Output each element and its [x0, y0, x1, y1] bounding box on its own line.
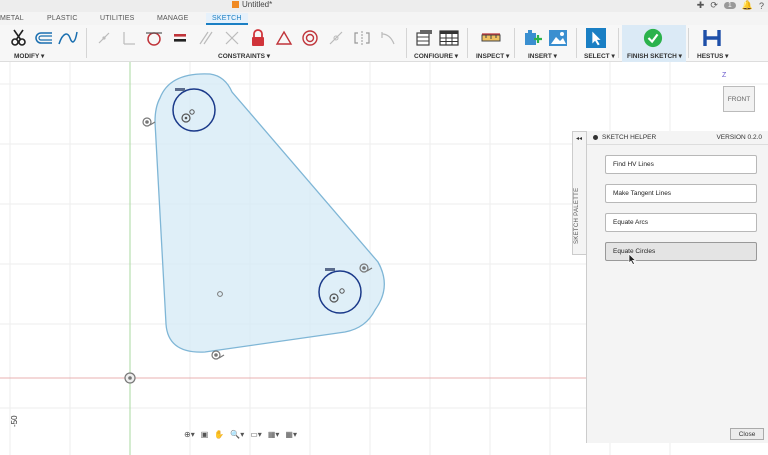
tab-plastic[interactable]: PLASTIC — [47, 15, 78, 22]
parallel-constraint-icon[interactable] — [196, 28, 216, 48]
concentric-constraint-icon[interactable] — [300, 28, 320, 48]
finish-sketch-check-icon[interactable] — [643, 28, 663, 48]
view-cube[interactable]: FRONT — [723, 86, 755, 112]
toolbar-separator — [688, 28, 689, 58]
tab-manage[interactable]: MANAGE — [157, 15, 189, 22]
tab-utilities[interactable]: UTILITIES — [100, 15, 134, 22]
bottom-circle-equal-marker — [325, 268, 335, 271]
orbit-icon[interactable]: ⊕▾ — [184, 430, 195, 439]
tab-metal[interactable]: METAL — [0, 15, 24, 22]
perpendicular-constraint-icon[interactable] — [118, 28, 138, 48]
workspace-tabs: METAL PLASTIC UTILITIES MANAGE SKETCH — [0, 12, 768, 25]
inspect-menu[interactable]: INSPECT ▾ — [476, 52, 509, 60]
collinear-constraint-icon[interactable] — [222, 28, 242, 48]
titlebar-actions: ✚ ⟳ 1 🔔 ? — [697, 0, 764, 11]
add-tab-icon[interactable]: ✚ — [697, 0, 705, 11]
panel-title: SKETCH HELPER — [602, 134, 657, 141]
zoom-icon[interactable]: 🔍▾ — [230, 430, 244, 439]
navigation-bar: ⊕▾ ▣ ✋ 🔍▾ ▭▾ ▦▾ ▦▾ — [184, 430, 297, 439]
top-circle-equal-marker — [175, 88, 185, 91]
tab-sketch[interactable]: SKETCH — [206, 13, 248, 25]
title-bar: Untitled* ✚ ⟳ 1 🔔 ? — [0, 0, 768, 12]
sync-icon[interactable]: ⟳ — [710, 0, 718, 11]
toolbar-separator — [514, 28, 515, 58]
symmetry-constraint-icon[interactable] — [352, 28, 372, 48]
fix-lock-icon[interactable] — [248, 28, 268, 48]
view-cube-face: FRONT — [727, 95, 751, 103]
toolbar-separator — [576, 28, 577, 58]
parameters-table-icon[interactable] — [414, 28, 434, 48]
sketch-palette-tab[interactable]: ◂◂ SKETCH PALETTE — [572, 131, 586, 255]
equate-arcs-button[interactable]: Equate Arcs — [605, 213, 757, 232]
insert-derive-icon[interactable] — [523, 28, 543, 48]
midpoint-triangle-icon[interactable] — [274, 28, 294, 48]
look-at-icon[interactable]: ▣ — [201, 430, 209, 439]
insert-menu[interactable]: INSERT ▾ — [528, 52, 557, 60]
document-cube-icon — [232, 1, 239, 8]
close-button[interactable]: Close — [730, 428, 764, 440]
configure-table-icon[interactable] — [439, 28, 459, 48]
toolbar-separator — [86, 28, 87, 58]
select-cursor-icon[interactable] — [586, 28, 606, 48]
coincident-constraint-icon[interactable] — [94, 28, 114, 48]
insert-image-icon[interactable] — [548, 28, 568, 48]
panel-version: VERSION 0.2.0 — [716, 134, 762, 141]
curvature-constraint-icon[interactable] — [378, 28, 398, 48]
make-tangent-lines-button[interactable]: Make Tangent Lines — [605, 184, 757, 203]
equal-constraint-icon[interactable] — [170, 28, 190, 48]
modify-menu[interactable]: MODIFY ▾ — [14, 52, 44, 60]
sketch-toolbar: MODIFY ▾ CONSTRAINTS ▾ CONFIGURE ▾ INSPE… — [0, 25, 768, 62]
offset-icon[interactable] — [34, 28, 54, 48]
origin-marker — [124, 372, 136, 384]
ruler-label: -50 — [10, 415, 19, 427]
constraints-menu[interactable]: CONSTRAINTS ▾ — [218, 52, 270, 60]
hestus-menu[interactable]: HESTUS ▾ — [697, 52, 728, 60]
document-title: Untitled* — [232, 0, 272, 9]
spline-icon[interactable] — [58, 28, 78, 48]
z-axis-label: Z — [722, 72, 727, 79]
visual-style-icon[interactable]: ▦▾ — [268, 430, 280, 439]
toolbar-separator — [467, 28, 468, 58]
smooth-constraint-icon[interactable] — [326, 28, 346, 48]
display-settings-icon[interactable]: ▭▾ — [250, 430, 262, 439]
notification-bell-icon[interactable]: 🔔 — [742, 0, 753, 11]
hestus-logo-icon[interactable] — [702, 28, 722, 48]
panel-bullet-icon[interactable] — [593, 135, 598, 140]
mouse-cursor-icon — [628, 253, 637, 267]
pan-hand-icon[interactable]: ✋ — [214, 430, 224, 439]
measure-ruler-icon[interactable] — [481, 28, 501, 48]
tangent-constraint-icon[interactable] — [144, 28, 164, 48]
job-status-badge[interactable]: 1 — [723, 2, 736, 9]
grid-settings-icon[interactable]: ▦▾ — [285, 430, 297, 439]
toolbar-separator — [406, 28, 407, 58]
document-title-text: Untitled* — [242, 0, 273, 9]
trim-scissors-icon[interactable] — [9, 28, 29, 48]
select-menu[interactable]: SELECT ▾ — [584, 52, 615, 60]
configure-menu[interactable]: CONFIGURE ▾ — [414, 52, 458, 60]
help-icon[interactable]: ? — [759, 1, 764, 11]
toolbar-separator — [618, 28, 619, 58]
sketch-palette-label: SKETCH PALETTE — [574, 187, 580, 244]
sketch-helper-panel: SKETCH HELPER VERSION 0.2.0 Find HV Line… — [586, 131, 768, 443]
finish-sketch-menu[interactable]: FINISH SKETCH ▾ — [627, 52, 682, 60]
expand-arrows-icon[interactable]: ◂◂ — [576, 135, 582, 142]
find-hv-lines-button[interactable]: Find HV Lines — [605, 155, 757, 174]
panel-header: SKETCH HELPER VERSION 0.2.0 — [587, 131, 768, 145]
